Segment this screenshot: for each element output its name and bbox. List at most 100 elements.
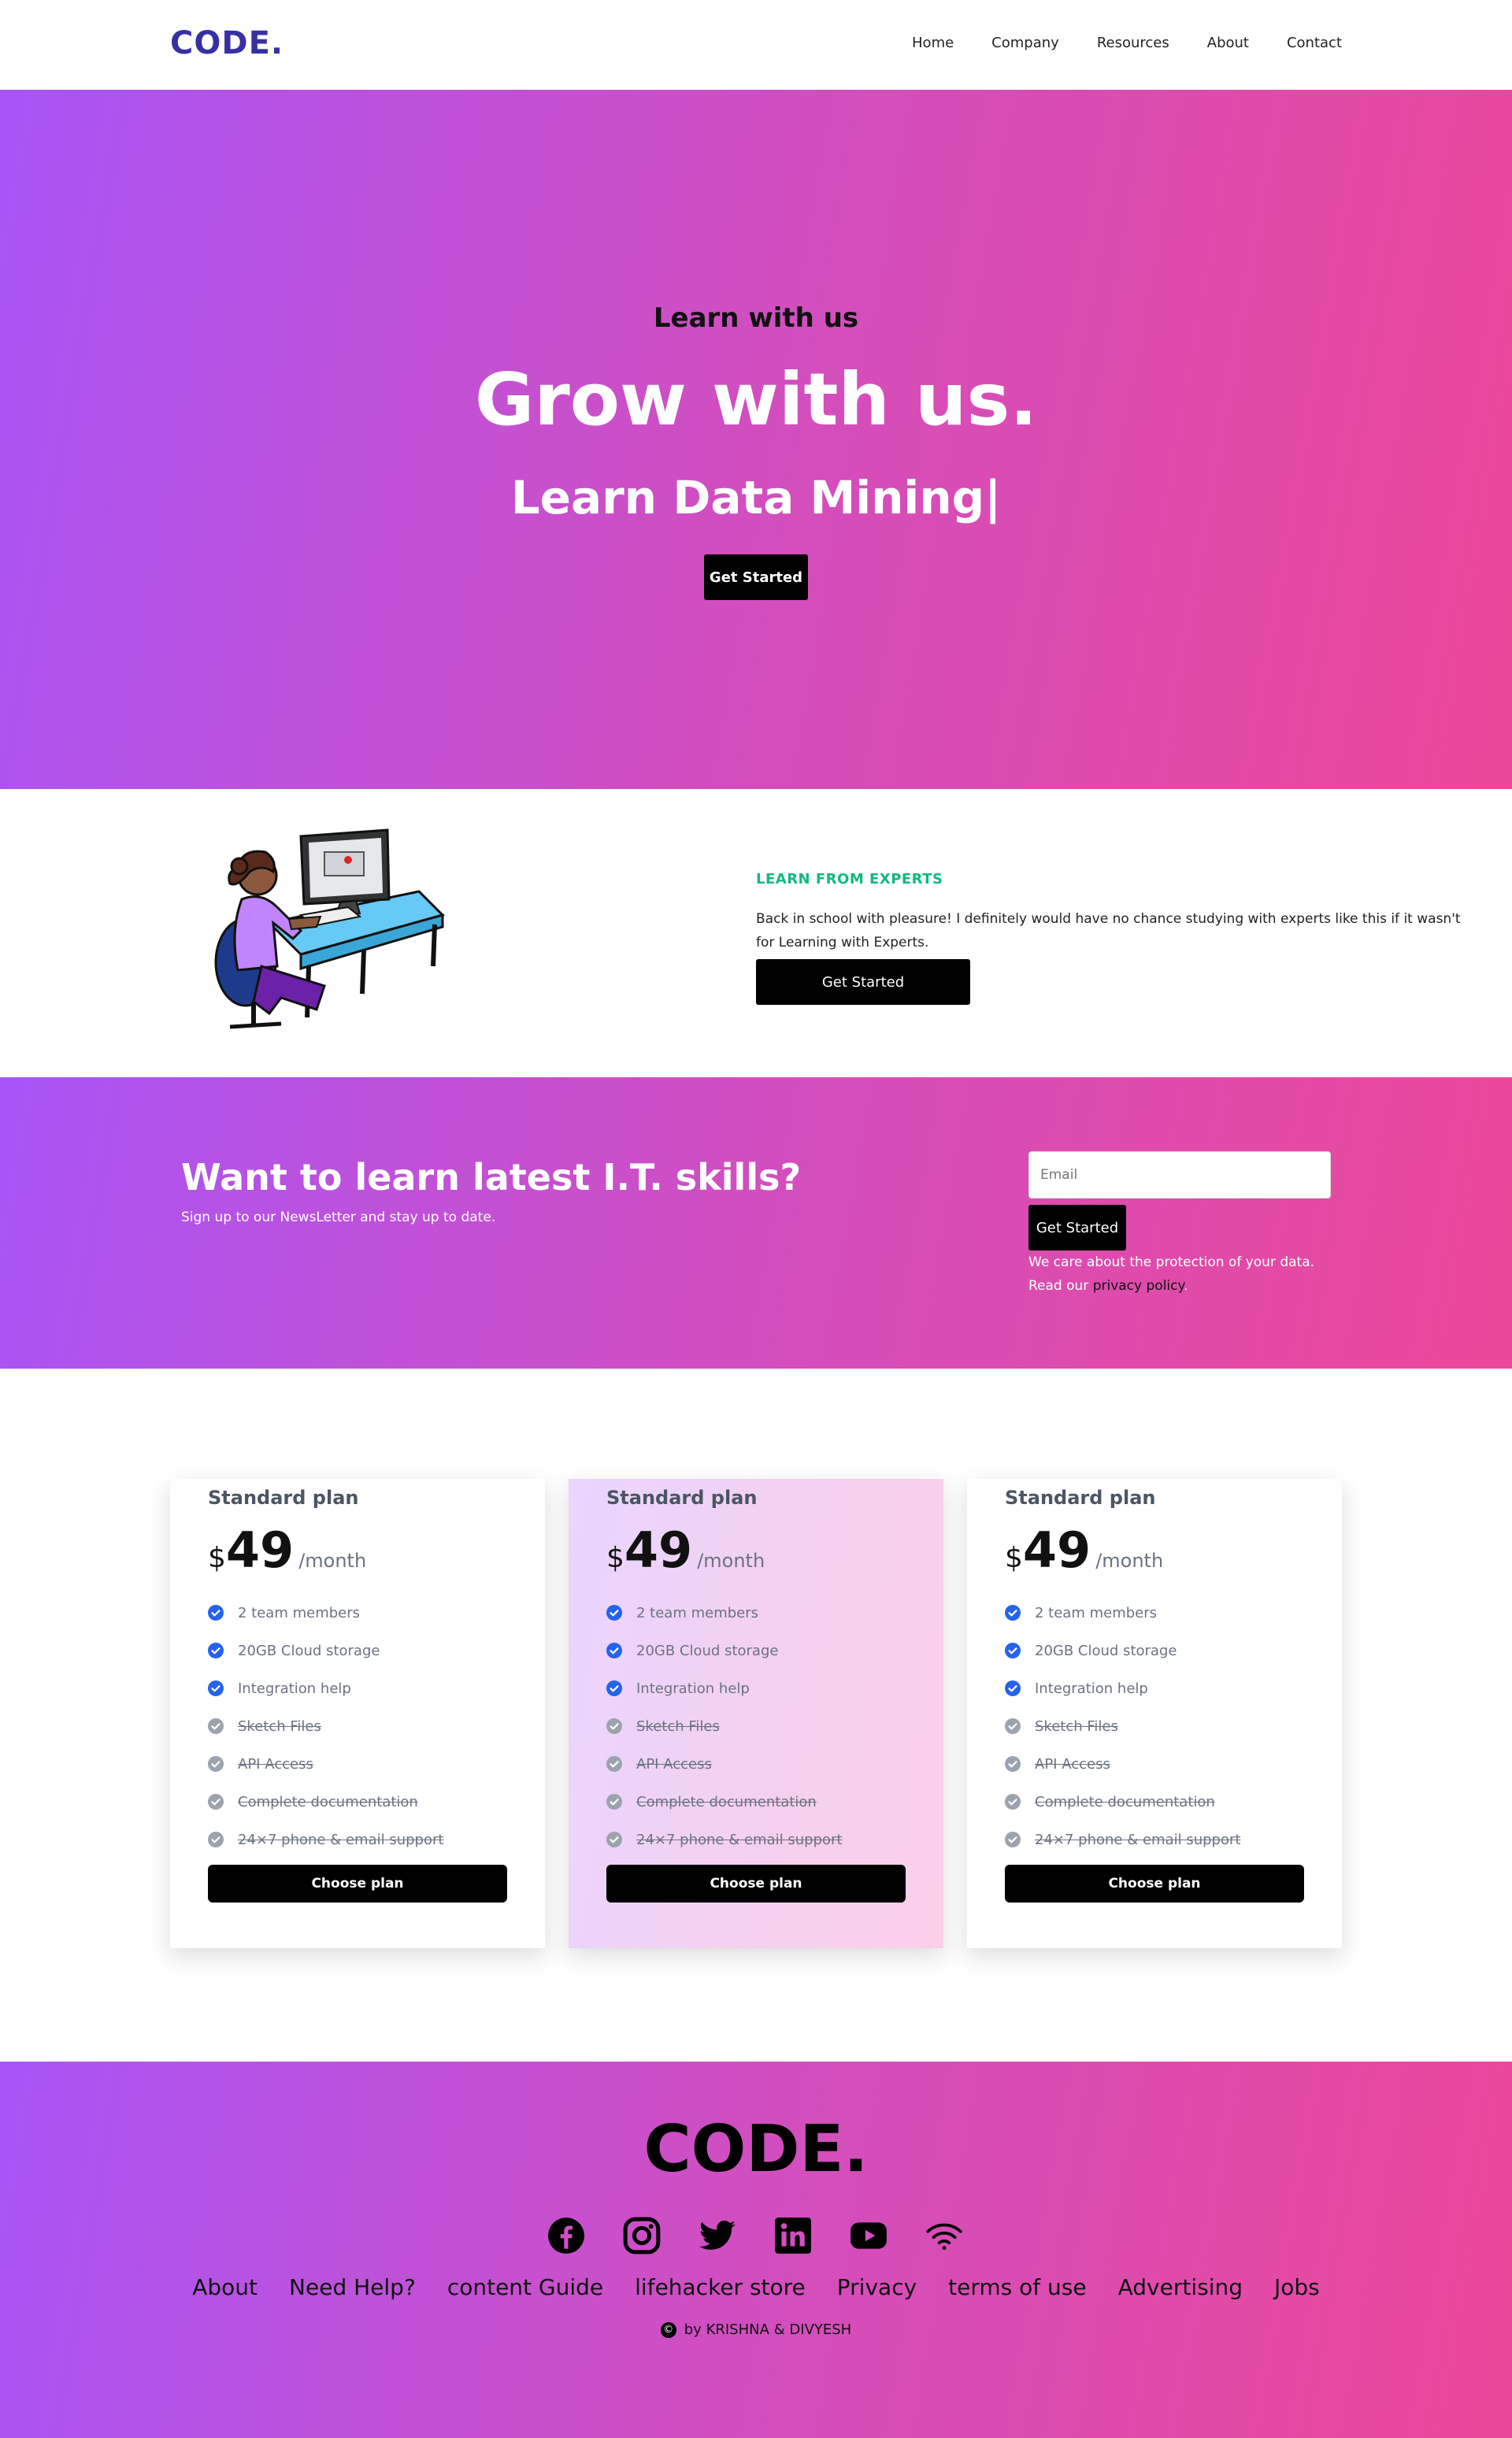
- hero-section: Learn with us Grow with us. Learn Data M…: [0, 90, 1512, 789]
- footer-link-privacy[interactable]: Privacy: [837, 2274, 917, 2300]
- plan-price: $49/month: [1005, 1521, 1163, 1579]
- feature-item: Sketch Files: [606, 1707, 842, 1745]
- privacy-policy-link[interactable]: privacy policy: [1093, 1278, 1184, 1294]
- check-circle-disabled-icon: [1005, 1718, 1021, 1734]
- check-circle-disabled-icon: [208, 1718, 224, 1734]
- check-circle-icon: [606, 1680, 622, 1696]
- feature-text: 20GB Cloud storage: [636, 1642, 779, 1659]
- nav-link-home[interactable]: Home: [912, 35, 954, 51]
- footer-link-about[interactable]: About: [192, 2274, 258, 2300]
- check-circle-icon: [1005, 1680, 1021, 1696]
- feature-item: 2 team members: [208, 1594, 443, 1632]
- check-circle-icon: [1005, 1643, 1021, 1658]
- nav-link-resources[interactable]: Resources: [1097, 35, 1169, 51]
- feature-item: 20GB Cloud storage: [606, 1632, 842, 1669]
- footer-link-content-guide[interactable]: content Guide: [447, 2274, 603, 2300]
- check-circle-icon: [606, 1643, 622, 1658]
- feature-text: 2 team members: [636, 1604, 759, 1621]
- feature-item: 20GB Cloud storage: [1005, 1632, 1240, 1669]
- feature-item: 2 team members: [606, 1594, 842, 1632]
- feature-text: 24×7 phone & email support: [1035, 1831, 1241, 1848]
- feature-item: API Access: [208, 1745, 443, 1783]
- feature-list: 2 team members 20GB Cloud storage Integrat…: [606, 1594, 842, 1858]
- footer-link-terms[interactable]: terms of use: [948, 2274, 1086, 2300]
- footer-logo: CODE.: [643, 2112, 869, 2187]
- feature-text: Sketch Files: [1035, 1717, 1118, 1735]
- footer-link-jobs[interactable]: Jobs: [1274, 2274, 1320, 2300]
- price-currency: $: [1005, 1542, 1023, 1574]
- check-circle-disabled-icon: [208, 1756, 224, 1772]
- newsletter-get-started-button[interactable]: Get Started: [1028, 1205, 1126, 1250]
- feature-item: Integration help: [606, 1669, 842, 1707]
- feature-item: Complete documentation: [606, 1783, 842, 1821]
- nav-link-about[interactable]: About: [1207, 35, 1249, 51]
- experts-get-started-button[interactable]: Get Started: [756, 959, 970, 1005]
- check-circle-disabled-icon: [606, 1718, 622, 1734]
- feature-item: Sketch Files: [208, 1707, 443, 1745]
- privacy-note-line2: Read our privacy policy.: [1028, 1274, 1359, 1298]
- feature-item: 24×7 phone & email support: [208, 1821, 443, 1858]
- plan-price: $49/month: [208, 1521, 366, 1579]
- check-circle-icon: [208, 1605, 224, 1621]
- plan-title: Standard plan: [1005, 1487, 1156, 1509]
- feature-text: API Access: [238, 1755, 313, 1773]
- feature-text: Complete documentation: [238, 1793, 418, 1810]
- feature-item: Complete documentation: [208, 1783, 443, 1821]
- feature-text: Complete documentation: [636, 1793, 817, 1810]
- email-input[interactable]: [1028, 1151, 1331, 1199]
- social-links: [547, 2216, 964, 2255]
- choose-plan-button[interactable]: Choose plan: [606, 1865, 906, 1903]
- youtube-icon[interactable]: [849, 2216, 888, 2255]
- feature-text: 24×7 phone & email support: [238, 1831, 444, 1848]
- feature-text: API Access: [636, 1755, 712, 1773]
- check-circle-disabled-icon: [606, 1832, 622, 1847]
- price-period: /month: [298, 1550, 367, 1572]
- wifi-icon[interactable]: [925, 2216, 964, 2255]
- feature-item: 20GB Cloud storage: [208, 1632, 443, 1669]
- price-period: /month: [697, 1550, 765, 1572]
- price-value: 49: [225, 1521, 295, 1579]
- check-circle-icon: [208, 1643, 224, 1658]
- footer-link-lifehacker-store[interactable]: lifehacker store: [635, 2274, 806, 2300]
- newsletter-title: Want to learn latest I.T. skills?: [181, 1156, 802, 1199]
- feature-text: 24×7 phone & email support: [636, 1831, 843, 1848]
- feature-text: 2 team members: [238, 1604, 361, 1621]
- experts-eyebrow: LEARN FROM EXPERTS: [756, 871, 943, 887]
- check-circle-icon: [606, 1605, 622, 1621]
- feature-item: 2 team members: [1005, 1594, 1240, 1632]
- choose-plan-button[interactable]: Choose plan: [208, 1865, 507, 1903]
- feature-list: 2 team members 20GB Cloud storage Integrat…: [208, 1594, 443, 1858]
- hero-title: Grow with us.: [474, 358, 1038, 442]
- newsletter-section: Want to learn latest I.T. skills? Sign u…: [0, 1077, 1512, 1369]
- feature-item: Sketch Files: [1005, 1707, 1240, 1745]
- footer: CODE. About Need Help? content Guide lif…: [0, 2062, 1512, 2438]
- pricing-section: Standard plan $49/month 2 team members 20GB…: [0, 1369, 1512, 2062]
- feature-text: Sketch Files: [636, 1717, 720, 1735]
- site-logo[interactable]: CODE.: [170, 25, 284, 61]
- check-circle-disabled-icon: [208, 1832, 224, 1847]
- price-currency: $: [208, 1542, 226, 1574]
- footer-credit: © by KRISHNA & DIVYESH: [0, 2321, 1512, 2338]
- linkedin-icon[interactable]: [773, 2216, 813, 2255]
- student-at-computer-illustration: [214, 828, 445, 1029]
- twitter-icon[interactable]: [698, 2216, 737, 2255]
- footer-link-advertising[interactable]: Advertising: [1118, 2274, 1243, 2300]
- check-circle-disabled-icon: [606, 1756, 622, 1772]
- plan-title: Standard plan: [208, 1487, 359, 1509]
- nav-link-company[interactable]: Company: [991, 35, 1059, 51]
- feature-text: API Access: [1035, 1755, 1110, 1773]
- facebook-icon[interactable]: [547, 2216, 586, 2255]
- choose-plan-button[interactable]: Choose plan: [1005, 1865, 1304, 1903]
- credit-text: by KRISHNA & DIVYESH: [684, 2321, 852, 2338]
- instagram-icon[interactable]: [622, 2216, 662, 2255]
- newsletter-subtitle: Sign up to our NewsLetter and stay up to…: [181, 1210, 496, 1225]
- hero-typing-subtitle: Learn Data Mining|: [510, 471, 1002, 524]
- top-navbar: CODE. Home Company Resources About Conta…: [0, 0, 1512, 90]
- feature-text: Sketch Files: [238, 1717, 321, 1735]
- hero-get-started-button[interactable]: Get Started: [704, 554, 808, 600]
- pricing-card-featured: Standard plan $49/month 2 team members 20GB…: [569, 1479, 943, 1948]
- feature-item: Integration help: [208, 1669, 443, 1707]
- footer-link-need-help[interactable]: Need Help?: [289, 2274, 416, 2300]
- feature-item: Integration help: [1005, 1669, 1240, 1707]
- nav-link-contact[interactable]: Contact: [1287, 35, 1342, 51]
